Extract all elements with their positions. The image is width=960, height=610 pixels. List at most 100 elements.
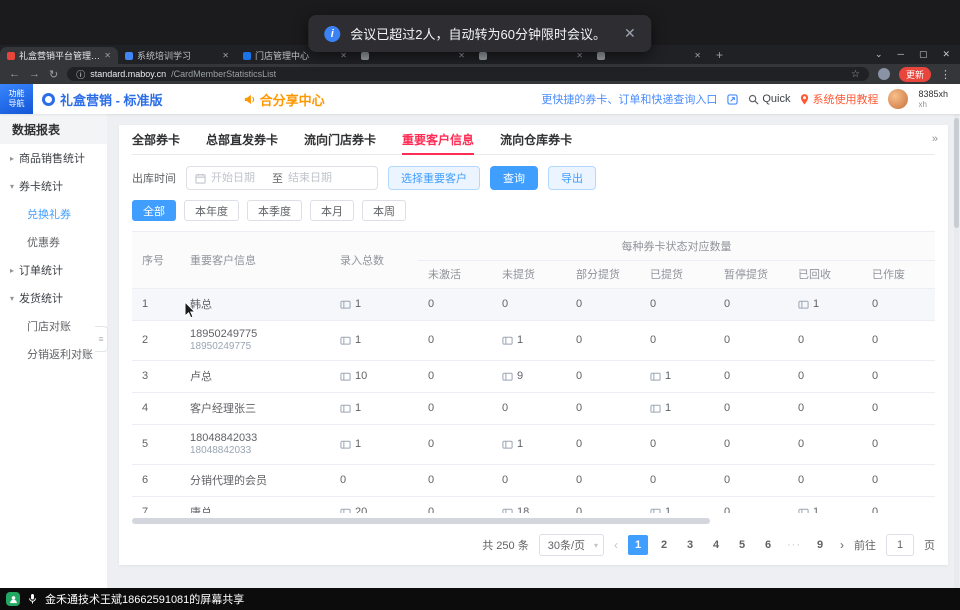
table-row[interactable]: 1韩总10000010 <box>132 288 935 320</box>
quick-range-chip[interactable]: 本月 <box>310 200 354 221</box>
function-nav-button[interactable]: 功能 导航 <box>0 84 33 114</box>
page-number-button[interactable]: 9 <box>810 535 830 555</box>
table-row[interactable]: 2189502497751895024977510100000 <box>132 320 935 360</box>
tab-close-icon[interactable]: ✕ <box>576 51 583 60</box>
ticket-icon[interactable] <box>502 439 513 450</box>
browser-menu-icon[interactable]: ⋮ <box>940 68 951 81</box>
page-tab[interactable]: 总部直发券卡 <box>206 125 278 154</box>
sidebar-item[interactable]: ▸商品销售统计 <box>0 144 107 172</box>
reload-icon[interactable]: ↻ <box>49 68 58 81</box>
page-number-button[interactable]: 3 <box>680 535 700 555</box>
ticket-icon[interactable] <box>650 507 661 514</box>
user-info[interactable]: 8385xh xh <box>918 89 948 109</box>
new-tab-button[interactable]: + <box>716 48 723 62</box>
address-bar[interactable]: ⓘ standard.maboy.cn /CardMemberStatistic… <box>67 67 869 81</box>
tutorial-link[interactable]: 系统使用教程 <box>800 91 878 107</box>
page-scrollbar[interactable] <box>954 114 959 588</box>
tab-favicon-icon <box>597 52 605 60</box>
page-tab[interactable]: 重要客户信息 <box>402 125 474 154</box>
browser-tab[interactable]: 礼盒营销平台管理中心✕ <box>0 47 118 64</box>
page-number-button[interactable]: 5 <box>732 535 752 555</box>
ticket-icon[interactable] <box>340 371 351 382</box>
count-value: 0 <box>724 370 730 382</box>
window-maximize-button[interactable]: ▢ <box>919 49 928 60</box>
ticket-icon[interactable] <box>502 371 513 382</box>
prev-page-button[interactable]: ‹ <box>614 538 618 552</box>
export-button[interactable]: 导出 <box>548 166 596 190</box>
tab-search-icon[interactable]: ⌄ <box>875 49 883 60</box>
quick-range-chip[interactable]: 全部 <box>132 200 176 221</box>
table-row[interactable]: 4客户经理张三10001000 <box>132 392 935 424</box>
sidebar-item[interactable]: 门店对账 <box>0 312 107 340</box>
tab-close-icon[interactable]: ✕ <box>104 51 111 60</box>
collapse-panel-icon[interactable]: » <box>932 133 938 145</box>
share-center-link[interactable]: 合分享中心 <box>243 90 325 109</box>
ticket-icon[interactable] <box>650 371 661 382</box>
tab-close-icon[interactable]: ✕ <box>340 51 347 60</box>
table-row[interactable]: 7唐总2001801010 <box>132 496 935 513</box>
user-avatar[interactable] <box>888 89 908 109</box>
next-page-button[interactable]: › <box>840 538 844 552</box>
sidebar-item[interactable]: 兑换礼券 <box>0 200 107 228</box>
status-column-header: 未激活 <box>418 260 492 288</box>
end-date-input[interactable] <box>288 172 344 184</box>
sidebar-collapse-handle[interactable]: ≡ <box>95 326 108 352</box>
page-number-button[interactable]: 1 <box>628 535 648 555</box>
ticket-icon[interactable] <box>340 507 351 514</box>
count-cell: 1 <box>640 360 714 392</box>
sidebar-item[interactable]: ▾发货统计 <box>0 284 107 312</box>
sidebar-item[interactable]: 优惠券 <box>0 228 107 256</box>
ticket-icon[interactable] <box>502 507 513 514</box>
horizontal-scrollbar-thumb[interactable] <box>132 518 710 524</box>
status-column-header: 部分提货 <box>566 260 640 288</box>
page-tab[interactable]: 流向仓库券卡 <box>500 125 572 154</box>
browser-tab[interactable]: 系统培训学习✕ <box>118 47 236 64</box>
search-button[interactable]: 查询 <box>490 166 538 190</box>
forward-icon[interactable]: → <box>29 68 40 80</box>
count-value: 0 <box>428 474 434 486</box>
browser-update-button[interactable]: 更新 <box>899 67 931 82</box>
page-scrollbar-thumb[interactable] <box>954 118 959 228</box>
sidebar-item[interactable]: ▾券卡统计 <box>0 172 107 200</box>
quick-range-chip[interactable]: 本年度 <box>184 200 239 221</box>
start-date-input[interactable] <box>211 172 267 184</box>
quick-entry-hint[interactable]: 更快捷的券卡、订单和快递查询入口 <box>541 91 717 107</box>
horizontal-scrollbar[interactable] <box>132 517 935 525</box>
ticket-icon[interactable] <box>340 439 351 450</box>
site-info-icon[interactable]: ⓘ <box>76 68 85 81</box>
page-size-select[interactable]: 30条/页 ▾ <box>539 534 604 556</box>
quick-range-chip[interactable]: 本周 <box>362 200 406 221</box>
quick-range-chip[interactable]: 本季度 <box>247 200 302 221</box>
back-icon[interactable]: ← <box>9 68 20 80</box>
page-number-button[interactable]: 6 <box>758 535 778 555</box>
tab-close-icon[interactable]: ✕ <box>694 51 701 60</box>
toast-close-icon[interactable]: ✕ <box>624 25 636 42</box>
ticket-icon[interactable] <box>340 299 351 310</box>
ticket-icon[interactable] <box>340 335 351 346</box>
window-close-button[interactable]: ✕ <box>942 49 950 60</box>
tab-close-icon[interactable]: ✕ <box>458 51 465 60</box>
tab-close-icon[interactable]: ✕ <box>222 51 229 60</box>
select-customer-button[interactable]: 选择重要客户 <box>388 166 480 190</box>
page-tab[interactable]: 全部券卡 <box>132 125 180 154</box>
ticket-icon[interactable] <box>340 403 351 414</box>
browser-profile-avatar[interactable] <box>878 68 890 80</box>
page-tab[interactable]: 流向门店券卡 <box>304 125 376 154</box>
page-number-button[interactable]: 2 <box>654 535 674 555</box>
goto-page-input[interactable] <box>886 534 914 556</box>
screen-share-bottom-bar: 金禾通技术王斌18662591081的屏幕共享 <box>0 588 960 610</box>
ticket-icon[interactable] <box>798 507 809 514</box>
quick-search[interactable]: Quick <box>748 93 790 105</box>
date-range-picker[interactable]: 至 <box>186 166 378 190</box>
ticket-icon[interactable] <box>650 403 661 414</box>
table-row[interactable]: 5180488420331804884203310100000 <box>132 424 935 464</box>
window-minimize-button[interactable]: ─ <box>898 49 904 60</box>
ticket-icon[interactable] <box>798 299 809 310</box>
ticket-icon[interactable] <box>502 335 513 346</box>
bookmark-star-icon[interactable]: ☆ <box>851 69 860 80</box>
page-number-button[interactable]: 4 <box>706 535 726 555</box>
table-row[interactable]: 3卢总100901000 <box>132 360 935 392</box>
sidebar-item[interactable]: 分销返利对账 <box>0 340 107 368</box>
table-row[interactable]: 6分销代理的会员00000000 <box>132 464 935 496</box>
sidebar-item[interactable]: ▸订单统计 <box>0 256 107 284</box>
